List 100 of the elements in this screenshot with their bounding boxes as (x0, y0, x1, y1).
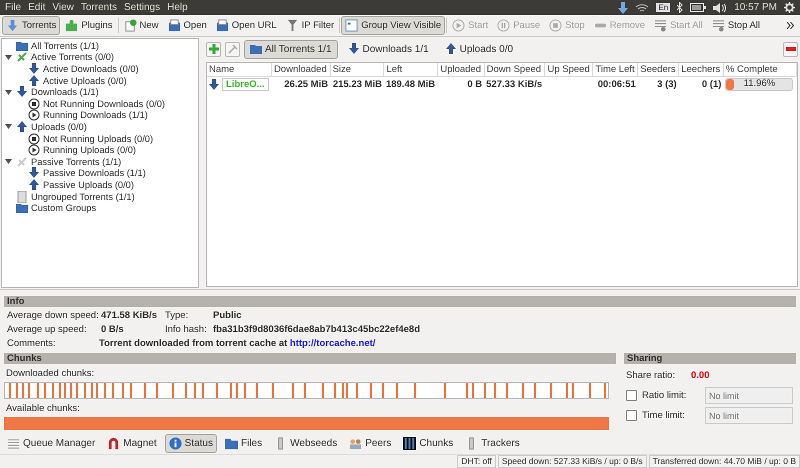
tree-item[interactable]: Custom Groups (2, 202, 198, 214)
filter-button[interactable]: All Torrents 1/1 (244, 40, 338, 58)
arrow-down-icon (6, 19, 19, 32)
menu-item[interactable]: File (5, 2, 22, 13)
keyboard-indicator[interactable]: En (656, 3, 670, 12)
tree-item[interactable]: Passive Downloads (1/1) (2, 168, 198, 180)
menu-item[interactable]: Edit (28, 2, 46, 13)
toolbar-button[interactable]: IP Filter (282, 16, 338, 35)
tab[interactable]: Webseeds (270, 434, 342, 452)
battery-icon[interactable] (690, 3, 706, 12)
tree-label: Active Torrents (0/0) (31, 52, 114, 62)
column-header[interactable]: Downloaded (271, 63, 330, 76)
tree-item[interactable]: Active Downloads (0/0) (2, 63, 198, 75)
folder-icon (16, 202, 28, 214)
toolbar-button[interactable]: Open URL (212, 16, 281, 35)
toolbar-button[interactable]: Stop All (708, 16, 764, 35)
column-header[interactable]: Seeders (638, 63, 679, 76)
info-value: Public (213, 310, 243, 321)
add-button[interactable] (206, 42, 221, 56)
window-icon (345, 19, 358, 32)
remove-button[interactable] (783, 42, 798, 56)
new-document-icon (124, 19, 136, 32)
comment-text: Torrent downloaded from torrent cache at http://torcache.net/ (99, 338, 376, 349)
status-field: Speed down: 527.33 KiB/s / up: 0 B/s (498, 455, 647, 468)
info-icon (168, 436, 182, 450)
tree-item[interactable]: Active Torrents (0/0) (2, 52, 198, 64)
checkbox[interactable] (626, 410, 637, 421)
expander-icon[interactable] (5, 158, 12, 166)
menu-item[interactable]: Help (167, 2, 188, 13)
tree-item[interactable]: Passive Uploads (0/0) (2, 179, 198, 191)
info-value: 0 B/s (101, 324, 125, 335)
gear-icon[interactable] (784, 2, 795, 13)
column-header[interactable]: Up Speed (544, 63, 593, 76)
tree-item[interactable]: Downloads (1/1) (2, 86, 198, 98)
menu-item[interactable]: View (52, 2, 74, 13)
tab[interactable]: Peers (345, 434, 396, 452)
progress-text: 11.96% (742, 78, 776, 89)
column-header[interactable]: Left (384, 63, 438, 76)
plus-icon (208, 44, 218, 54)
info-value: 471.58 KiB/s (101, 310, 158, 321)
up-icon (28, 74, 40, 87)
tab[interactable]: Status (164, 434, 217, 452)
table-cell: 0 (1) (678, 76, 724, 92)
tree-item[interactable]: Active Uploads (0/0) (2, 74, 198, 86)
speaker-icon[interactable] (713, 2, 728, 12)
tab[interactable]: Files (221, 434, 266, 452)
menu-item[interactable]: Settings (124, 2, 160, 13)
list-icon (712, 19, 725, 32)
down-icon (16, 86, 28, 98)
toolbar-button[interactable]: Group View Visible (341, 16, 446, 35)
tree-item[interactable]: Not Running Uploads (0/0) (2, 132, 198, 144)
status-field: Transferred down: 44.70 MiB / up: 0 B (648, 455, 800, 468)
column-header[interactable]: % Complete (723, 63, 796, 76)
tree-item[interactable]: Running Uploads (0/0) (2, 144, 198, 156)
chevron-right-icon[interactable] (787, 22, 794, 29)
comment-link[interactable]: http://torcache.net/ (290, 338, 376, 349)
table-cell: 00:06:51 (592, 76, 638, 92)
tree-item[interactable]: Ungrouped Torrents (1/1) (2, 190, 198, 202)
tools-icon (228, 44, 238, 54)
column-header[interactable]: Time Left (592, 63, 638, 76)
tab[interactable]: Trackers (461, 434, 524, 452)
up-icon (16, 120, 28, 133)
toolbar-button[interactable]: New (120, 16, 163, 35)
expander-icon[interactable] (5, 123, 12, 130)
tree-item[interactable]: All Torrents (1/1) (2, 40, 198, 52)
table-cell: 26.25 MiB (271, 76, 330, 92)
toolbar-button[interactable]: Plugins (61, 16, 116, 35)
column-header[interactable]: Uploaded (438, 63, 484, 76)
arrow-down-icon[interactable] (618, 2, 628, 14)
tree-item[interactable]: Passive Torrents (1/1) (2, 156, 198, 168)
pause-icon (497, 19, 510, 32)
column-header[interactable]: Leechers (678, 63, 724, 76)
chunks-icon (403, 436, 416, 450)
column-header[interactable]: Name (207, 63, 272, 76)
table-cell: 0 B (438, 76, 484, 92)
bluetooth-icon[interactable] (677, 2, 684, 13)
filter-button[interactable]: Downloads 1/1 (342, 40, 435, 58)
document-icon (168, 19, 181, 32)
expander-icon[interactable] (5, 88, 12, 96)
filter-button[interactable]: Uploads 0/0 (438, 40, 520, 58)
tab[interactable]: Queue Manager (3, 434, 100, 452)
running-icon (28, 109, 40, 122)
expander-icon[interactable] (5, 54, 12, 61)
wifi-icon[interactable] (635, 2, 650, 12)
tab[interactable]: Magnet (103, 434, 161, 452)
stopped-icon (28, 98, 40, 110)
menu-item[interactable]: Torrents (80, 2, 117, 13)
tree-item[interactable]: Uploads (0/0) (2, 121, 198, 133)
checkbox[interactable] (626, 390, 637, 401)
tree-item[interactable]: Running Downloads (1/1) (2, 110, 198, 122)
share-ratio-label: Share ratio: (626, 370, 676, 381)
limit-label: Time limit: (642, 410, 686, 421)
tab[interactable]: Chunks (399, 434, 458, 452)
column-header[interactable]: Down Speed (484, 63, 545, 76)
toolbar-button[interactable]: Open (164, 16, 211, 35)
column-header[interactable]: Size (330, 63, 384, 76)
tree-label: All Torrents (1/1) (31, 40, 100, 51)
toolbar-button[interactable]: Torrents (2, 16, 60, 35)
clock[interactable]: 10:57 PM (734, 2, 777, 13)
tree-item[interactable]: Not Running Downloads (0/0) (2, 98, 198, 110)
